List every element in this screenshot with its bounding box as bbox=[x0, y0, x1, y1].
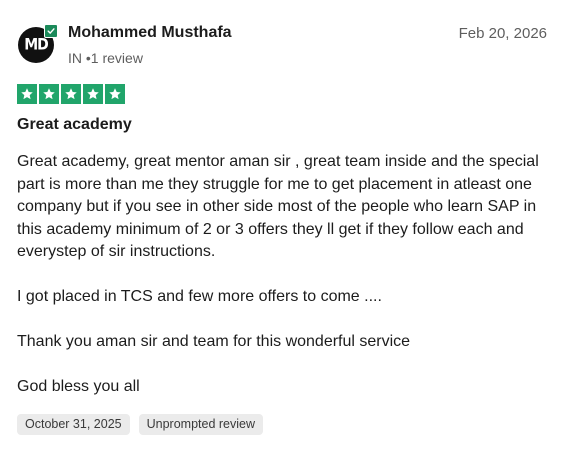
star-icon bbox=[39, 84, 59, 104]
reviewer-country: IN bbox=[68, 50, 82, 66]
review-paragraph: I got placed in TCS and few more offers … bbox=[17, 288, 382, 305]
review-tags: October 31, 2025 Unprompted review bbox=[17, 414, 263, 435]
review-body: Great academy, great mentor aman sir , g… bbox=[17, 151, 547, 399]
experience-date-tag: October 31, 2025 bbox=[17, 414, 130, 435]
review-card: MD Mohammed Musthafa IN •1 review Feb 20… bbox=[0, 0, 567, 456]
review-header: MD Mohammed Musthafa IN •1 review Feb 20… bbox=[18, 22, 547, 72]
reviewer-review-count: 1 review bbox=[90, 50, 143, 66]
reviewer-name[interactable]: Mohammed Musthafa bbox=[68, 24, 232, 42]
avatar-monogram: MD bbox=[24, 35, 49, 55]
review-paragraph: God bless you all bbox=[17, 378, 140, 395]
star-icon bbox=[105, 84, 125, 104]
review-date: Feb 20, 2026 bbox=[458, 25, 547, 42]
star-rating bbox=[17, 84, 125, 104]
review-paragraph: Thank you aman sir and team for this won… bbox=[17, 333, 411, 350]
star-icon bbox=[61, 84, 81, 104]
reviewer-meta: IN •1 review bbox=[68, 50, 143, 66]
star-icon bbox=[83, 84, 103, 104]
review-paragraph: Great academy, great mentor aman sir , g… bbox=[17, 153, 539, 260]
verified-check-icon bbox=[44, 24, 58, 38]
star-icon bbox=[17, 84, 37, 104]
review-type-tag: Unprompted review bbox=[138, 414, 263, 435]
review-title: Great academy bbox=[17, 116, 132, 133]
avatar[interactable]: MD bbox=[18, 24, 58, 63]
